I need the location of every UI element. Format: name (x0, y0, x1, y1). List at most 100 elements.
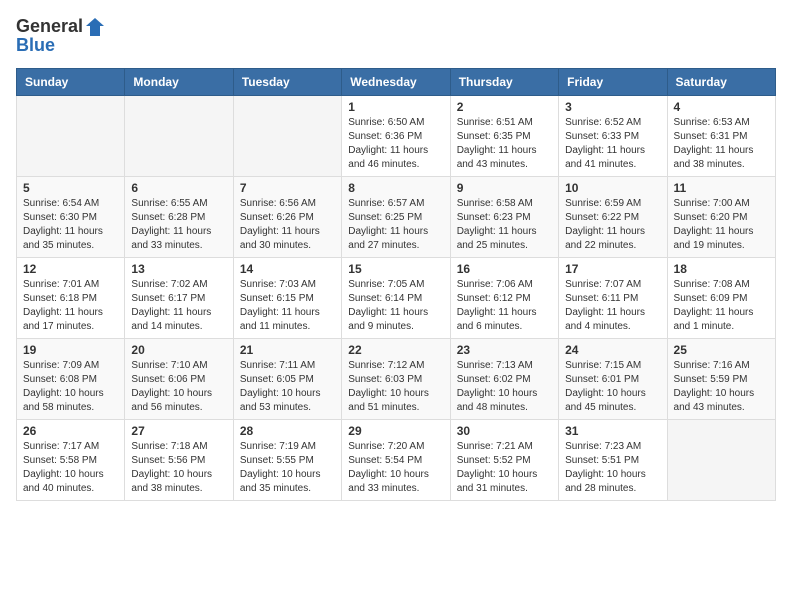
day-number: 7 (240, 181, 335, 195)
day-info: Sunrise: 6:56 AM Sunset: 6:26 PM Dayligh… (240, 197, 335, 253)
weekday-header-saturday: Saturday (667, 69, 775, 96)
calendar-cell: 22 Sunrise: 7:12 AM Sunset: 6:03 PM Dayli… (342, 339, 450, 420)
calendar-cell: 27 Sunrise: 7:18 AM Sunset: 5:56 PM Dayli… (125, 420, 233, 501)
calendar-cell: 17Sunrise: 7:07 AM Sunset: 6:11 PM Dayli… (559, 258, 667, 339)
day-number: 14 (240, 262, 335, 276)
day-info: Sunrise: 7:10 AM Sunset: 6:06 PM Dayligh… (131, 359, 226, 415)
logo-blue-text: Blue (16, 35, 55, 56)
day-number: 4 (674, 100, 769, 114)
calendar-cell: 10Sunrise: 6:59 AM Sunset: 6:22 PM Dayli… (559, 177, 667, 258)
day-number: 25 (674, 343, 769, 357)
weekday-header-sunday: Sunday (17, 69, 125, 96)
day-info: Sunrise: 7:17 AM Sunset: 5:58 PM Dayligh… (23, 440, 118, 496)
calendar-week-row: 1Sunrise: 6:50 AM Sunset: 6:36 PM Daylig… (17, 96, 776, 177)
calendar-cell (17, 96, 125, 177)
day-info: Sunrise: 7:12 AM Sunset: 6:03 PM Dayligh… (348, 359, 443, 415)
day-number: 28 (240, 424, 335, 438)
weekday-header-friday: Friday (559, 69, 667, 96)
day-info: Sunrise: 7:11 AM Sunset: 6:05 PM Dayligh… (240, 359, 335, 415)
day-info: Sunrise: 6:55 AM Sunset: 6:28 PM Dayligh… (131, 197, 226, 253)
calendar-cell: 31 Sunrise: 7:23 AM Sunset: 5:51 PM Dayli… (559, 420, 667, 501)
day-info: Sunrise: 6:57 AM Sunset: 6:25 PM Dayligh… (348, 197, 443, 253)
logo-arrow-icon (85, 17, 105, 37)
day-info: Sunrise: 7:03 AM Sunset: 6:15 PM Dayligh… (240, 278, 335, 334)
day-number: 30 (457, 424, 552, 438)
weekday-header-wednesday: Wednesday (342, 69, 450, 96)
day-info: Sunrise: 7:00 AM Sunset: 6:20 PM Dayligh… (674, 197, 769, 253)
day-number: 29 (348, 424, 443, 438)
calendar-week-row: 5Sunrise: 6:54 AM Sunset: 6:30 PM Daylig… (17, 177, 776, 258)
day-info: Sunrise: 7:15 AM Sunset: 6:01 PM Dayligh… (565, 359, 660, 415)
day-number: 27 (131, 424, 226, 438)
day-number: 17 (565, 262, 660, 276)
calendar-cell: 26 Sunrise: 7:17 AM Sunset: 5:58 PM Dayli… (17, 420, 125, 501)
calendar-cell: 16Sunrise: 7:06 AM Sunset: 6:12 PM Dayli… (450, 258, 558, 339)
weekday-header-tuesday: Tuesday (233, 69, 341, 96)
calendar-cell: 15 Sunrise: 7:05 AM Sunset: 6:14 PM Dayli… (342, 258, 450, 339)
calendar-week-row: 12 Sunrise: 7:01 AM Sunset: 6:18 PM Dayli… (17, 258, 776, 339)
calendar-cell: 24 Sunrise: 7:15 AM Sunset: 6:01 PM Dayli… (559, 339, 667, 420)
day-info: Sunrise: 7:01 AM Sunset: 6:18 PM Dayligh… (23, 278, 118, 334)
day-info: Sunrise: 7:06 AM Sunset: 6:12 PM Dayligh… (457, 278, 552, 334)
day-number: 22 (348, 343, 443, 357)
calendar-cell: 14 Sunrise: 7:03 AM Sunset: 6:15 PM Dayli… (233, 258, 341, 339)
calendar-cell: 25 Sunrise: 7:16 AM Sunset: 5:59 PM Dayli… (667, 339, 775, 420)
calendar-cell: 1Sunrise: 6:50 AM Sunset: 6:36 PM Daylig… (342, 96, 450, 177)
calendar-cell: 13Sunrise: 7:02 AM Sunset: 6:17 PM Dayli… (125, 258, 233, 339)
day-number: 8 (348, 181, 443, 195)
day-info: Sunrise: 7:18 AM Sunset: 5:56 PM Dayligh… (131, 440, 226, 496)
day-number: 3 (565, 100, 660, 114)
day-number: 19 (23, 343, 118, 357)
calendar-cell (667, 420, 775, 501)
calendar-cell: 12 Sunrise: 7:01 AM Sunset: 6:18 PM Dayli… (17, 258, 125, 339)
calendar-cell: 19 Sunrise: 7:09 AM Sunset: 6:08 PM Dayli… (17, 339, 125, 420)
day-info: Sunrise: 7:13 AM Sunset: 6:02 PM Dayligh… (457, 359, 552, 415)
day-number: 2 (457, 100, 552, 114)
day-info: Sunrise: 7:09 AM Sunset: 6:08 PM Dayligh… (23, 359, 118, 415)
logo: General Blue (16, 16, 105, 56)
day-number: 21 (240, 343, 335, 357)
calendar-cell: 18Sunrise: 7:08 AM Sunset: 6:09 PM Dayli… (667, 258, 775, 339)
calendar-header-row: SundayMondayTuesdayWednesdayThursdayFrid… (17, 69, 776, 96)
calendar-cell: 8 Sunrise: 6:57 AM Sunset: 6:25 PM Daylig… (342, 177, 450, 258)
day-number: 12 (23, 262, 118, 276)
logo-general-text: General (16, 16, 83, 37)
day-info: Sunrise: 7:16 AM Sunset: 5:59 PM Dayligh… (674, 359, 769, 415)
day-number: 31 (565, 424, 660, 438)
day-number: 18 (674, 262, 769, 276)
calendar-cell: 9 Sunrise: 6:58 AM Sunset: 6:23 PM Daylig… (450, 177, 558, 258)
day-number: 9 (457, 181, 552, 195)
calendar-cell: 30Sunrise: 7:21 AM Sunset: 5:52 PM Dayli… (450, 420, 558, 501)
day-number: 1 (348, 100, 443, 114)
calendar-cell: 6 Sunrise: 6:55 AM Sunset: 6:28 PM Daylig… (125, 177, 233, 258)
day-info: Sunrise: 6:51 AM Sunset: 6:35 PM Dayligh… (457, 116, 552, 172)
day-info: Sunrise: 6:58 AM Sunset: 6:23 PM Dayligh… (457, 197, 552, 253)
day-info: Sunrise: 6:59 AM Sunset: 6:22 PM Dayligh… (565, 197, 660, 253)
calendar-cell (125, 96, 233, 177)
day-info: Sunrise: 6:52 AM Sunset: 6:33 PM Dayligh… (565, 116, 660, 172)
day-info: Sunrise: 7:20 AM Sunset: 5:54 PM Dayligh… (348, 440, 443, 496)
calendar-cell: 11 Sunrise: 7:00 AM Sunset: 6:20 PM Dayli… (667, 177, 775, 258)
calendar-week-row: 19 Sunrise: 7:09 AM Sunset: 6:08 PM Dayli… (17, 339, 776, 420)
day-info: Sunrise: 7:19 AM Sunset: 5:55 PM Dayligh… (240, 440, 335, 496)
day-number: 23 (457, 343, 552, 357)
calendar-week-row: 26 Sunrise: 7:17 AM Sunset: 5:58 PM Dayli… (17, 420, 776, 501)
day-info: Sunrise: 6:53 AM Sunset: 6:31 PM Dayligh… (674, 116, 769, 172)
calendar-cell: 2 Sunrise: 6:51 AM Sunset: 6:35 PM Daylig… (450, 96, 558, 177)
day-number: 20 (131, 343, 226, 357)
day-number: 15 (348, 262, 443, 276)
calendar-table: SundayMondayTuesdayWednesdayThursdayFrid… (16, 68, 776, 501)
day-number: 26 (23, 424, 118, 438)
calendar-cell: 28 Sunrise: 7:19 AM Sunset: 5:55 PM Dayli… (233, 420, 341, 501)
calendar-cell (233, 96, 341, 177)
calendar-cell: 21 Sunrise: 7:11 AM Sunset: 6:05 PM Dayli… (233, 339, 341, 420)
weekday-header-thursday: Thursday (450, 69, 558, 96)
day-number: 6 (131, 181, 226, 195)
day-number: 11 (674, 181, 769, 195)
day-info: Sunrise: 7:23 AM Sunset: 5:51 PM Dayligh… (565, 440, 660, 496)
day-info: Sunrise: 7:05 AM Sunset: 6:14 PM Dayligh… (348, 278, 443, 334)
calendar-cell: 7 Sunrise: 6:56 AM Sunset: 6:26 PM Daylig… (233, 177, 341, 258)
calendar-cell: 3 Sunrise: 6:52 AM Sunset: 6:33 PM Daylig… (559, 96, 667, 177)
calendar-cell: 20 Sunrise: 7:10 AM Sunset: 6:06 PM Dayli… (125, 339, 233, 420)
day-number: 24 (565, 343, 660, 357)
